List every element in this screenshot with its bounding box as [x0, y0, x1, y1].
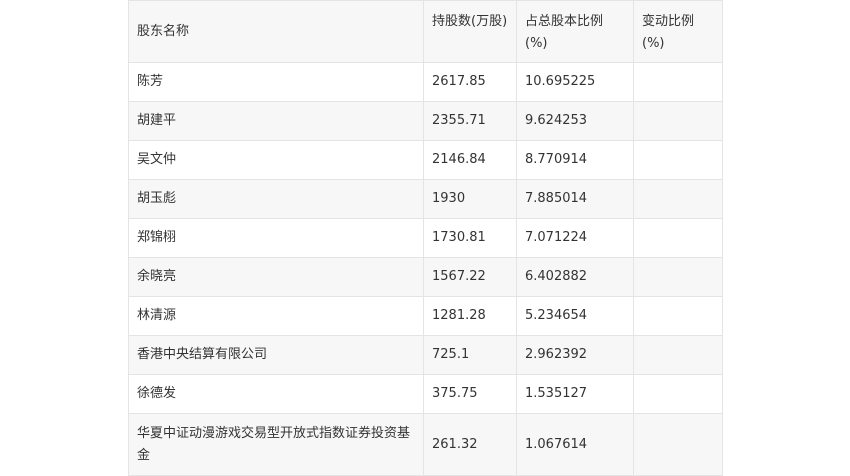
shareholder-table: 股东名称 持股数(万股) 占总股本比例(%) 变动比例(%) 陈芳 2617.8…	[128, 0, 723, 476]
cell-ratio: 7.885014	[516, 179, 634, 219]
cell-shares: 1567.22	[423, 257, 517, 297]
cell-name: 徐德发	[128, 374, 424, 414]
cell-ratio: 8.770914	[516, 140, 634, 180]
cell-change	[633, 413, 723, 476]
cell-shares: 2146.84	[423, 140, 517, 180]
cell-shares: 2355.71	[423, 101, 517, 141]
cell-shares: 1730.81	[423, 218, 517, 258]
cell-change	[633, 62, 723, 102]
cell-ratio: 5.234654	[516, 296, 634, 336]
cell-shares: 261.32	[423, 413, 517, 476]
table-row: 胡建平 2355.71 9.624253	[128, 101, 723, 141]
cell-change	[633, 179, 723, 219]
cell-change	[633, 218, 723, 258]
cell-ratio: 6.402882	[516, 257, 634, 297]
cell-change	[633, 374, 723, 414]
cell-shares: 1930	[423, 179, 517, 219]
table-body: 陈芳 2617.85 10.695225 胡建平 2355.71 9.62425…	[128, 62, 723, 476]
cell-name: 林清源	[128, 296, 424, 336]
cell-name: 吴文仲	[128, 140, 424, 180]
table-row: 陈芳 2617.85 10.695225	[128, 62, 723, 102]
header-row: 股东名称 持股数(万股) 占总股本比例(%) 变动比例(%)	[128, 0, 723, 63]
cell-name: 华夏中证动漫游戏交易型开放式指数证券投资基金	[128, 413, 424, 476]
table-row: 林清源 1281.28 5.234654	[128, 296, 723, 336]
table-row: 郑锦栩 1730.81 7.071224	[128, 218, 723, 258]
cell-name: 陈芳	[128, 62, 424, 102]
table-row: 吴文仲 2146.84 8.770914	[128, 140, 723, 180]
cell-name: 郑锦栩	[128, 218, 424, 258]
cell-change	[633, 101, 723, 141]
header-ratio: 占总股本比例(%)	[516, 0, 634, 63]
cell-ratio: 7.071224	[516, 218, 634, 258]
cell-shares: 2617.85	[423, 62, 517, 102]
cell-name: 香港中央结算有限公司	[128, 335, 424, 375]
cell-shares: 1281.28	[423, 296, 517, 336]
cell-change	[633, 335, 723, 375]
cell-name: 胡玉彪	[128, 179, 424, 219]
shareholder-table-container: 股东名称 持股数(万股) 占总股本比例(%) 变动比例(%) 陈芳 2617.8…	[128, 0, 723, 476]
cell-ratio: 2.962392	[516, 335, 634, 375]
header-change: 变动比例(%)	[633, 0, 723, 63]
table-row: 华夏中证动漫游戏交易型开放式指数证券投资基金 261.32 1.067614	[128, 413, 723, 476]
cell-ratio: 1.535127	[516, 374, 634, 414]
cell-ratio: 9.624253	[516, 101, 634, 141]
cell-shares: 375.75	[423, 374, 517, 414]
cell-ratio: 10.695225	[516, 62, 634, 102]
header-shareholder-name: 股东名称	[128, 0, 424, 63]
table-row: 胡玉彪 1930 7.885014	[128, 179, 723, 219]
table-header: 股东名称 持股数(万股) 占总股本比例(%) 变动比例(%)	[128, 0, 723, 63]
cell-name: 余晓亮	[128, 257, 424, 297]
table-row: 香港中央结算有限公司 725.1 2.962392	[128, 335, 723, 375]
cell-ratio: 1.067614	[516, 413, 634, 476]
header-shares: 持股数(万股)	[423, 0, 517, 63]
cell-shares: 725.1	[423, 335, 517, 375]
cell-change	[633, 140, 723, 180]
table-row: 余晓亮 1567.22 6.402882	[128, 257, 723, 297]
cell-change	[633, 296, 723, 336]
cell-change	[633, 257, 723, 297]
cell-name: 胡建平	[128, 101, 424, 141]
table-row: 徐德发 375.75 1.535127	[128, 374, 723, 414]
